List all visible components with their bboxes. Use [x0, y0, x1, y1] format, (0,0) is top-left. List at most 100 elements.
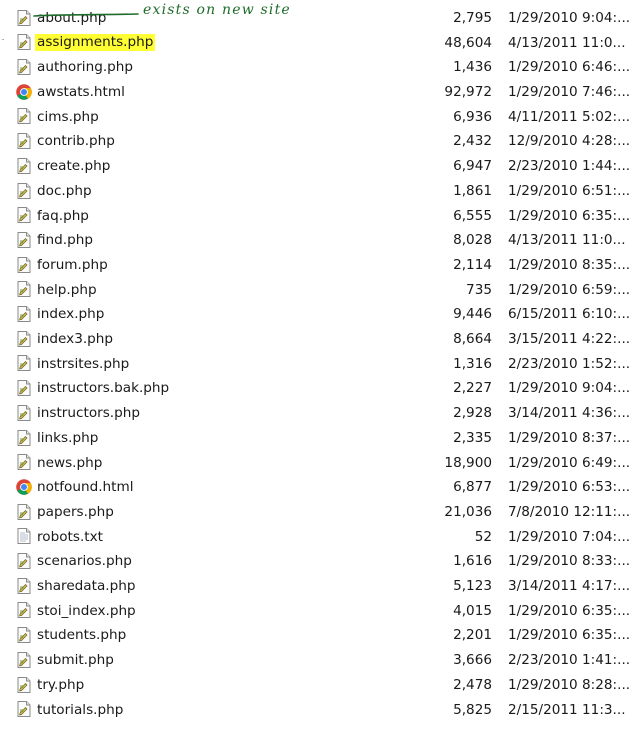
- file-date-modified: 1/29/2010 8:33:...: [508, 553, 629, 570]
- file-date-modified: 7/8/2010 12:11:...: [508, 503, 629, 520]
- file-size: 5,825: [453, 701, 492, 718]
- file-size: 21,036: [444, 503, 492, 520]
- file-date-modified: 4/13/2011 11:0...: [508, 34, 626, 51]
- file-date-modified: 1/29/2010 6:53:...: [508, 479, 629, 496]
- file-name: try.php: [37, 676, 85, 693]
- file-row[interactable]: try.php 2,478 1/29/2010 8:28:...: [0, 673, 629, 698]
- file-name: index.php: [37, 306, 105, 323]
- file-row[interactable]: cims.php 6,936 4/11/2011 5:02:...: [0, 104, 629, 129]
- file-row[interactable]: doc.php 1,861 1/29/2010 6:51:...: [0, 179, 629, 204]
- file-row[interactable]: submit.php 3,666 2/23/2010 1:41:...: [0, 648, 629, 673]
- file-row[interactable]: help.php 735 1/29/2010 6:59:...: [0, 277, 629, 302]
- file-name: index3.php: [37, 331, 114, 348]
- php-file-icon: [15, 552, 33, 570]
- file-row[interactable]: forum.php 2,114 1/29/2010 8:35:...: [0, 253, 629, 278]
- file-size: 2,227: [453, 380, 492, 397]
- file-date-modified: 1/29/2010 6:59:...: [508, 281, 629, 298]
- file-row[interactable]: instructors.php 2,928 3/14/2011 4:36:...: [0, 401, 629, 426]
- file-name: instructors.bak.php: [37, 380, 170, 397]
- file-date-modified: 1/29/2010 9:04:...: [508, 380, 629, 397]
- file-name: help.php: [37, 281, 97, 298]
- php-file-icon: [15, 354, 33, 372]
- file-size: 8,028: [453, 232, 492, 249]
- file-row[interactable]: create.php 6,947 2/23/2010 1:44:...: [0, 154, 629, 179]
- php-file-icon: [15, 676, 33, 694]
- file-name: papers.php: [37, 503, 114, 520]
- file-row[interactable]: index3.php 8,664 3/15/2011 4:22:...: [0, 327, 629, 352]
- file-row[interactable]: contrib.php 2,432 12/9/2010 4:28:...: [0, 129, 629, 154]
- file-date-modified: 1/29/2010 6:49:...: [508, 454, 629, 471]
- text-file-icon: [15, 527, 33, 545]
- file-name: about.php: [37, 9, 107, 26]
- file-row[interactable]: students.php 2,201 1/29/2010 6:35:...: [0, 623, 629, 648]
- file-row[interactable]: index.php 9,446 6/15/2011 6:10:...: [0, 302, 629, 327]
- file-row[interactable]: find.php 8,028 4/13/2011 11:0...: [0, 228, 629, 253]
- php-file-icon: [15, 182, 33, 200]
- file-date-modified: 1/29/2010 9:04:...: [508, 9, 629, 26]
- file-size: 48,604: [444, 34, 492, 51]
- file-row[interactable]: instrsites.php 1,316 2/23/2010 1:52:...: [0, 351, 629, 376]
- file-name: create.php: [37, 158, 111, 175]
- php-file-icon: [15, 9, 33, 27]
- file-row[interactable]: scenarios.php 1,616 1/29/2010 8:33:...: [0, 549, 629, 574]
- file-name: instrsites.php: [37, 355, 130, 372]
- file-date-modified: 4/11/2011 5:02:...: [508, 108, 629, 125]
- php-file-icon: [15, 453, 33, 471]
- file-row[interactable]: news.php 18,900 1/29/2010 6:49:...: [0, 450, 629, 475]
- file-date-modified: 3/15/2011 4:22:...: [508, 331, 629, 348]
- file-date-modified: 12/9/2010 4:28:...: [508, 133, 629, 150]
- php-file-icon: [15, 256, 33, 274]
- file-row[interactable]: stoi_index.php 4,015 1/29/2010 6:35:...: [0, 598, 629, 623]
- file-row[interactable]: links.php 2,335 1/29/2010 8:37:...: [0, 426, 629, 451]
- php-file-icon: [15, 404, 33, 422]
- php-file-icon: [15, 157, 33, 175]
- file-size: 2,335: [453, 429, 492, 446]
- file-name: doc.php: [37, 182, 92, 199]
- php-file-icon: [15, 379, 33, 397]
- file-size: 1,316: [453, 355, 492, 372]
- file-name: students.php: [37, 627, 127, 644]
- file-name: notfound.html: [37, 479, 134, 496]
- php-file-icon: [15, 577, 33, 595]
- php-file-icon: [15, 206, 33, 224]
- file-row[interactable]: papers.php 21,036 7/8/2010 12:11:...: [0, 500, 629, 525]
- file-size: 2,928: [453, 405, 492, 422]
- file-name: awstats.html: [37, 84, 125, 101]
- file-row[interactable]: instructors.bak.php 2,227 1/29/2010 9:04:.…: [0, 376, 629, 401]
- file-size: 6,936: [453, 108, 492, 125]
- file-row[interactable]: awstats.html 92,972 1/29/2010 7:46:...: [0, 80, 629, 105]
- file-name: submit.php: [37, 652, 114, 669]
- file-name: links.php: [37, 429, 99, 446]
- file-row[interactable]: faq.php 6,555 1/29/2010 6:35:...: [0, 203, 629, 228]
- file-size: 3,666: [453, 652, 492, 669]
- file-date-modified: 1/29/2010 8:37:...: [508, 429, 629, 446]
- php-file-icon: [15, 33, 33, 51]
- file-row[interactable]: sharedata.php 5,123 3/14/2011 4:17:...: [0, 574, 629, 599]
- file-size: 5,123: [453, 578, 492, 595]
- file-row[interactable]: assignments.php 48,604 4/13/2011 11:0...: [0, 30, 629, 55]
- file-size: 1,616: [453, 553, 492, 570]
- php-file-icon: [15, 626, 33, 644]
- file-size: 735: [466, 281, 492, 298]
- php-file-icon: [15, 280, 33, 298]
- php-file-icon: [15, 132, 33, 150]
- file-date-modified: 1/29/2010 8:35:...: [508, 256, 629, 273]
- file-row[interactable]: robots.txt 52 1/29/2010 7:04:...: [0, 524, 629, 549]
- file-date-modified: 2/23/2010 1:41:...: [508, 652, 629, 669]
- file-name: sharedata.php: [37, 578, 136, 595]
- file-row[interactable]: authoring.php 1,436 1/29/2010 6:46:...: [0, 55, 629, 80]
- php-file-icon: [15, 651, 33, 669]
- file-name: authoring.php: [37, 59, 134, 76]
- file-name: instructors.php: [37, 405, 140, 422]
- file-size: 18,900: [444, 454, 492, 471]
- file-size: 2,478: [453, 676, 492, 693]
- file-size: 6,877: [453, 479, 492, 496]
- file-name: assignments.php: [35, 34, 156, 52]
- file-row[interactable]: about.php 2,795 1/29/2010 9:04:...: [0, 6, 629, 31]
- file-name: contrib.php: [37, 133, 115, 150]
- file-row[interactable]: notfound.html 6,877 1/29/2010 6:53:...: [0, 475, 629, 500]
- file-date-modified: 1/29/2010 7:46:...: [508, 84, 629, 101]
- file-size: 2,201: [453, 627, 492, 644]
- file-row[interactable]: tutorials.php 5,825 2/15/2011 11:3...: [0, 697, 629, 722]
- file-date-modified: 3/14/2011 4:36:...: [508, 405, 629, 422]
